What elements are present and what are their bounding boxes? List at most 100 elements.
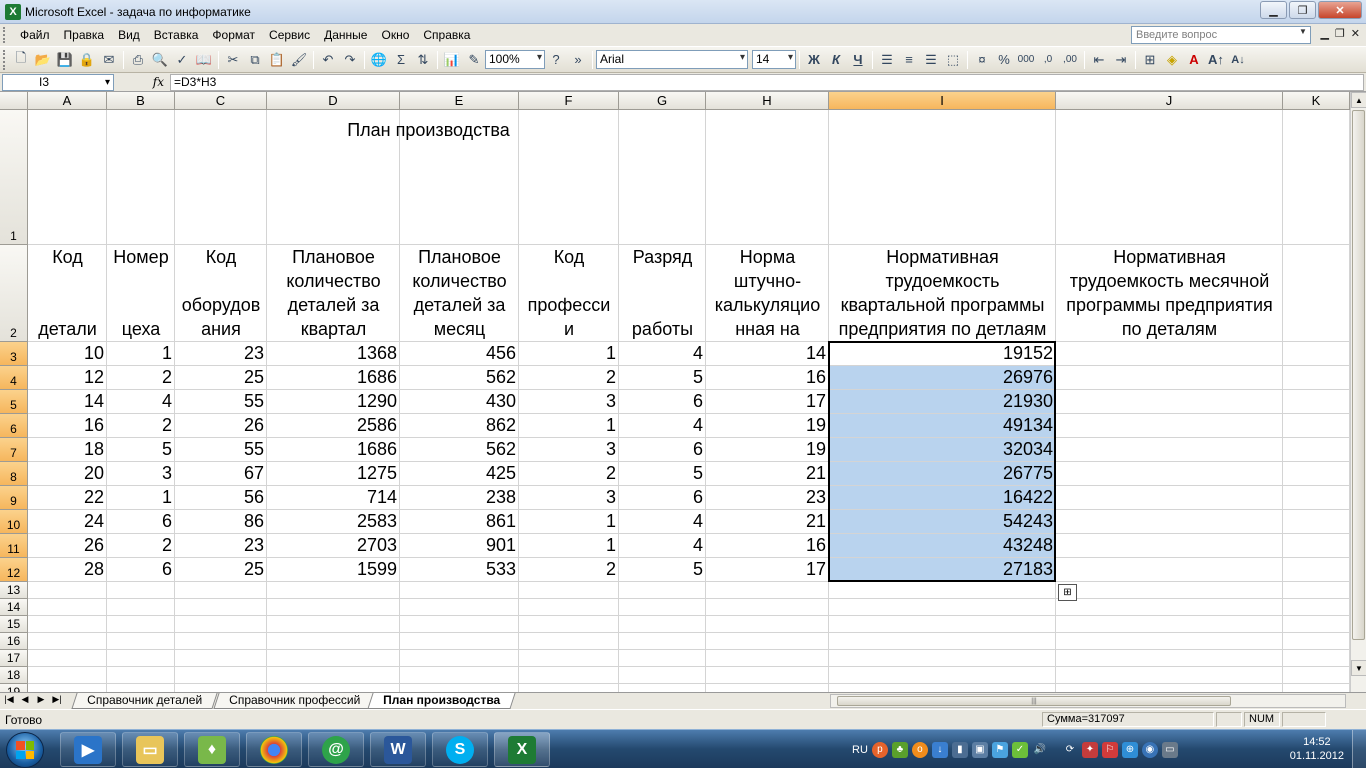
cell[interactable] — [706, 684, 829, 692]
toolbar-options-icon[interactable]: » — [567, 49, 589, 71]
decrease-indent-icon[interactable]: ⇤ — [1088, 49, 1110, 71]
first-sheet-icon[interactable]: |◀ — [2, 694, 16, 705]
bold-button[interactable]: Ж — [803, 49, 825, 71]
column-header-i[interactable]: I — [829, 92, 1056, 110]
data-cell[interactable]: 862 — [400, 414, 519, 438]
cell[interactable] — [619, 616, 706, 633]
tray-android-icon[interactable]: ♣ — [891, 741, 908, 758]
cell[interactable] — [175, 599, 267, 616]
data-cell[interactable]: 26775 — [829, 462, 1056, 486]
cell[interactable] — [1283, 245, 1350, 342]
data-cell[interactable]: 2 — [519, 366, 619, 390]
cell[interactable] — [28, 582, 107, 599]
cell[interactable] — [519, 684, 619, 692]
data-cell[interactable]: 238 — [400, 486, 519, 510]
column-header-h[interactable]: H — [706, 92, 829, 110]
data-cell[interactable]: 27183 — [829, 558, 1056, 582]
data-cell[interactable]: 2586 — [267, 414, 400, 438]
taskbar-word[interactable]: W — [370, 732, 426, 767]
select-all-button[interactable] — [0, 92, 28, 110]
shrink-font-icon[interactable]: A↓ — [1227, 49, 1249, 71]
paste-icon[interactable]: 📋 — [266, 49, 288, 71]
cell[interactable] — [107, 684, 175, 692]
cell[interactable] — [619, 667, 706, 684]
taskbar-chrome[interactable] — [246, 732, 302, 767]
taskbar-explorer[interactable]: ▭ — [122, 732, 178, 767]
row-header[interactable]: 1 — [0, 110, 28, 245]
data-cell[interactable]: 533 — [400, 558, 519, 582]
data-cell[interactable]: 3 — [519, 486, 619, 510]
row-header[interactable]: 12 — [0, 558, 28, 582]
cell[interactable] — [400, 616, 519, 633]
data-cell[interactable]: 430 — [400, 390, 519, 414]
row-header[interactable]: 10 — [0, 510, 28, 534]
data-cell[interactable]: 562 — [400, 366, 519, 390]
data-cell[interactable]: 32034 — [829, 438, 1056, 462]
currency-icon[interactable]: ¤ — [971, 49, 993, 71]
data-cell[interactable]: 19 — [706, 438, 829, 462]
cell[interactable] — [107, 667, 175, 684]
cell[interactable] — [706, 616, 829, 633]
row-header[interactable]: 18 — [0, 667, 28, 684]
column-header-f[interactable]: F — [519, 92, 619, 110]
data-cell[interactable]: 16 — [28, 414, 107, 438]
zoom-select[interactable]: 100% — [485, 50, 545, 69]
cell[interactable] — [175, 684, 267, 692]
data-cell[interactable]: 26 — [175, 414, 267, 438]
data-cell[interactable]: 3 — [107, 462, 175, 486]
tray-shield-icon[interactable]: ✓ — [1011, 741, 1028, 758]
data-cell[interactable]: 2 — [519, 558, 619, 582]
row-header[interactable]: 2 — [0, 245, 28, 342]
cell[interactable] — [1283, 462, 1350, 486]
cell[interactable] — [829, 616, 1056, 633]
row-header[interactable]: 17 — [0, 650, 28, 667]
data-cell[interactable]: 23 — [175, 534, 267, 558]
data-cell[interactable]: 23 — [175, 342, 267, 366]
cell[interactable] — [1283, 414, 1350, 438]
cell[interactable] — [28, 667, 107, 684]
doc-close-button[interactable]: ✕ — [1351, 27, 1360, 40]
increase-indent-icon[interactable]: ⇥ — [1110, 49, 1132, 71]
cell[interactable] — [619, 684, 706, 692]
menu-window[interactable]: Окно — [374, 25, 416, 45]
column-header-c[interactable]: C — [175, 92, 267, 110]
cell[interactable] — [1056, 390, 1283, 414]
row-header[interactable]: 7 — [0, 438, 28, 462]
cell[interactable] — [1283, 582, 1350, 599]
cell[interactable] — [1283, 667, 1350, 684]
research-icon[interactable]: 📖 — [193, 49, 215, 71]
cell[interactable] — [1056, 366, 1283, 390]
tray-update-icon[interactable]: ⟳ — [1062, 742, 1078, 758]
column-header-a[interactable]: A — [28, 92, 107, 110]
italic-button[interactable]: К — [825, 49, 847, 71]
data-cell[interactable]: 1 — [519, 342, 619, 366]
column-header-j[interactable]: J — [1056, 92, 1283, 110]
cell[interactable] — [706, 633, 829, 650]
tray-sync-icon[interactable]: ◉ — [1141, 741, 1158, 758]
align-right-icon[interactable]: ☰ — [920, 49, 942, 71]
font-color-icon[interactable]: A — [1183, 49, 1205, 71]
cell[interactable] — [706, 667, 829, 684]
row-header[interactable]: 19 — [0, 684, 28, 692]
data-cell[interactable]: 6 — [107, 510, 175, 534]
cell[interactable] — [267, 667, 400, 684]
cell[interactable] — [829, 684, 1056, 692]
data-cell[interactable]: 714 — [267, 486, 400, 510]
cell[interactable] — [619, 599, 706, 616]
data-cell[interactable]: 67 — [175, 462, 267, 486]
taskbar-media-player[interactable]: ▶ — [60, 732, 116, 767]
data-cell[interactable]: 5 — [619, 366, 706, 390]
data-cell[interactable]: 3 — [519, 438, 619, 462]
merge-center-icon[interactable]: ⬚ — [942, 49, 964, 71]
data-cell[interactable]: 1 — [519, 510, 619, 534]
cell[interactable] — [829, 599, 1056, 616]
data-cell[interactable]: 1368 — [267, 342, 400, 366]
cell[interactable] — [28, 633, 107, 650]
tab-parts-reference[interactable]: Справочник деталей — [71, 693, 218, 709]
decrease-decimal-button[interactable]: ,00 — [1059, 49, 1081, 71]
data-cell[interactable]: 19 — [706, 414, 829, 438]
cell[interactable] — [1056, 582, 1283, 599]
permission-icon[interactable]: 🔒 — [76, 49, 98, 71]
cell[interactable] — [107, 599, 175, 616]
data-cell[interactable]: 1 — [519, 534, 619, 558]
